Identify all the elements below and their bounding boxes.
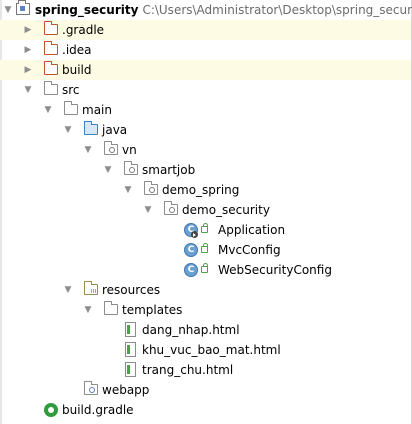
tree-row-html-file[interactable]: trang_chu.html xyxy=(0,360,411,380)
tree-row-build-gradle[interactable]: build.gradle xyxy=(0,400,411,420)
package-icon xyxy=(103,141,118,155)
folder-icon xyxy=(103,301,118,315)
html-file-icon xyxy=(125,322,136,337)
tree-row-smartjob[interactable]: ▼ smartjob xyxy=(0,160,411,180)
excluded-folder-icon xyxy=(43,21,58,35)
tree-row-webapp[interactable]: webapp xyxy=(0,380,411,400)
tree-row-java[interactable]: ▼ java xyxy=(0,120,411,140)
folder-icon xyxy=(63,101,78,115)
tree-label: resources xyxy=(102,283,161,297)
web-folder-icon xyxy=(83,381,98,395)
project-path: C:\Users\Administrator\Desktop\spring_se… xyxy=(142,3,412,17)
chevron-down-icon[interactable]: ▼ xyxy=(122,180,134,200)
tree-label: build xyxy=(62,63,92,77)
tree-row-templates[interactable]: ▼ templates xyxy=(0,300,411,320)
tree-row-vn[interactable]: ▼ vn xyxy=(0,140,411,160)
chevron-down-icon[interactable]: ▼ xyxy=(82,140,94,160)
tree-label: smartjob xyxy=(142,163,196,177)
tree-label: khu_vuc_bao_mat.html xyxy=(142,343,281,357)
tree-row-class[interactable]: C WebSecurityConfig xyxy=(0,260,411,280)
tree-label: src xyxy=(62,83,80,97)
tree-row-src[interactable]: ▼ src xyxy=(0,80,411,100)
tree-label: build.gradle xyxy=(62,403,134,417)
tree-row-demo-security[interactable]: ▼ demo_security xyxy=(0,200,411,220)
tree-label: webapp xyxy=(102,383,150,397)
tree-label: .gradle xyxy=(62,23,105,37)
html-file-icon xyxy=(125,342,136,357)
tree-row-demo-spring[interactable]: ▼ demo_spring xyxy=(0,180,411,200)
tree-label: main xyxy=(82,103,112,117)
tree-row-build-dir[interactable]: ▶ build xyxy=(0,60,411,80)
tree-label: vn xyxy=(122,143,137,157)
tree-row-project-root[interactable]: ▼ spring_security C:\Users\Administrator\… xyxy=(0,0,412,20)
chevron-down-icon[interactable]: ▼ xyxy=(142,200,154,220)
tree-row-class[interactable]: C Application xyxy=(0,220,411,240)
html-file-icon xyxy=(125,362,136,377)
gradle-icon xyxy=(44,403,58,417)
tree-label: MvcConfig xyxy=(218,243,281,257)
package-icon xyxy=(163,201,178,215)
java-class-icon: C xyxy=(184,263,198,277)
tree-label: trang_chu.html xyxy=(142,363,234,377)
chevron-down-icon[interactable]: ▼ xyxy=(82,300,94,320)
package-icon xyxy=(123,161,138,175)
chevron-right-icon[interactable]: ▶ xyxy=(22,20,34,40)
tree-label: WebSecurityConfig xyxy=(218,263,332,277)
chevron-down-icon[interactable]: ▼ xyxy=(42,100,54,120)
tree-label: java xyxy=(102,123,128,137)
tree-label: .idea xyxy=(62,43,92,57)
tree-label: Application xyxy=(218,223,286,237)
tree-label: demo_security xyxy=(182,203,270,217)
run-icon xyxy=(191,231,198,238)
chevron-down-icon[interactable]: ▼ xyxy=(102,160,114,180)
chevron-down-icon[interactable]: ▼ xyxy=(62,280,74,300)
project-tree: ▼ spring_security C:\Users\Administrator\… xyxy=(0,0,412,420)
tree-row-gradle-dir[interactable]: ▶ .gradle xyxy=(0,20,411,40)
tree-row-html-file[interactable]: khu_vuc_bao_mat.html xyxy=(0,340,411,360)
chevron-down-icon[interactable]: ▼ xyxy=(2,0,14,20)
package-icon xyxy=(143,181,158,195)
module-icon xyxy=(16,0,30,15)
tree-row-main[interactable]: ▼ main xyxy=(0,100,411,120)
resources-folder-icon xyxy=(83,281,98,295)
project-name: spring_security xyxy=(35,3,139,17)
chevron-down-icon[interactable]: ▼ xyxy=(62,120,74,140)
excluded-folder-icon xyxy=(43,61,58,75)
tree-row-idea-dir[interactable]: ▶ .idea xyxy=(0,40,411,60)
folder-icon xyxy=(43,81,58,95)
tree-row-class[interactable]: C MvcConfig xyxy=(0,240,411,260)
tree-row-html-file[interactable]: dang_nhap.html xyxy=(0,320,411,340)
chevron-right-icon[interactable]: ▶ xyxy=(22,40,34,60)
lock-icon xyxy=(201,263,208,273)
excluded-folder-icon xyxy=(43,41,58,55)
chevron-right-icon[interactable]: ▶ xyxy=(22,60,34,80)
tree-label: dang_nhap.html xyxy=(142,323,240,337)
tree-label: demo_spring xyxy=(162,183,240,197)
java-class-icon: C xyxy=(184,243,198,257)
tree-row-resources[interactable]: ▼ resources xyxy=(0,280,411,300)
lock-icon xyxy=(201,223,208,233)
source-folder-icon xyxy=(83,121,98,135)
chevron-down-icon[interactable]: ▼ xyxy=(22,80,34,100)
tree-label: templates xyxy=(122,303,183,317)
lock-icon xyxy=(201,243,208,253)
